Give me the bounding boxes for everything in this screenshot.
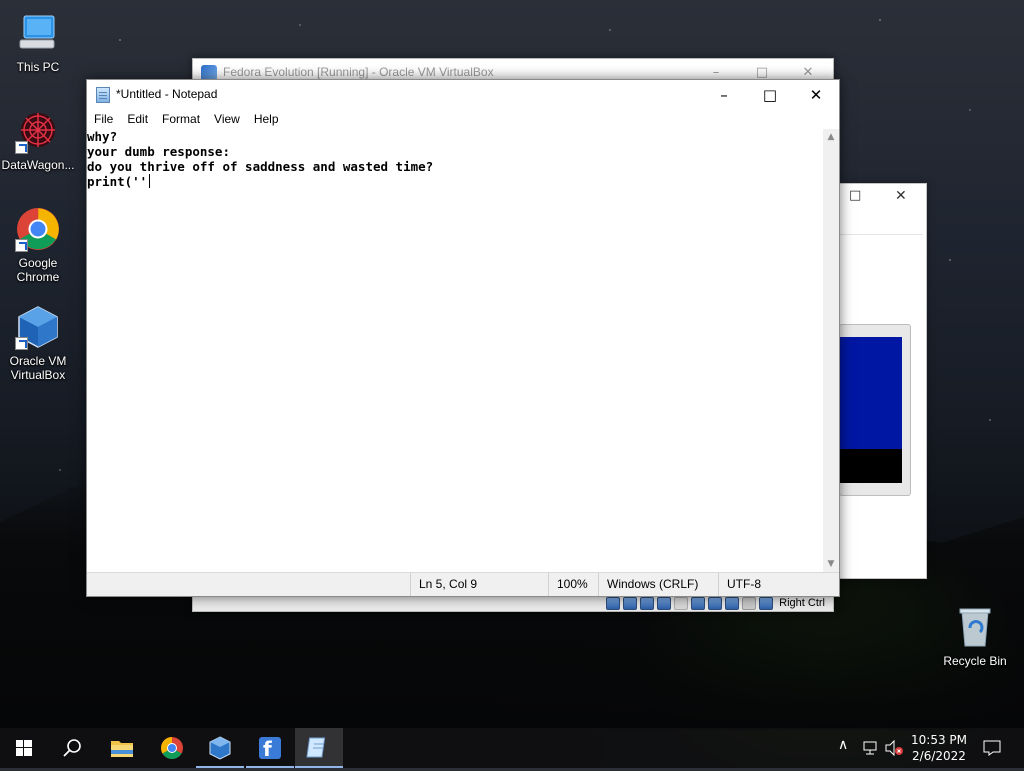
maximize-button[interactable]: □ <box>849 188 861 203</box>
clock-time: 10:53 PM <box>911 733 967 747</box>
vm-preview-screen <box>840 337 902 449</box>
shortcut-arrow-icon <box>15 141 28 154</box>
recycle-bin-icon <box>952 604 998 650</box>
notepad-window[interactable]: *Untitled - Notepad – □ ✕ File Edit Form… <box>86 79 840 597</box>
taskbar: f ∧ 10:53 PM 2/6/2022 <box>0 728 1024 768</box>
audio-icon[interactable] <box>640 596 655 610</box>
shortcut-arrow-icon <box>15 239 28 252</box>
maximize-button[interactable]: □ <box>747 80 793 110</box>
scroll-down-arrow-icon[interactable]: ▼ <box>823 556 839 572</box>
desktop-icon-label: Google Chrome <box>16 256 60 284</box>
volume-muted-icon[interactable] <box>884 739 904 757</box>
notepad-title: *Untitled - Notepad <box>116 87 218 101</box>
cpu-icon[interactable] <box>742 596 757 610</box>
desktop-icon-this-pc[interactable]: This PC <box>0 10 76 74</box>
notepad-icon <box>306 737 326 758</box>
desktop-icon-label: DataWagon... <box>1 158 75 172</box>
text-line-current: print('' <box>87 174 823 189</box>
text-line: your dumb response: <box>87 144 230 159</box>
display-icon[interactable] <box>708 596 723 610</box>
start-button[interactable] <box>0 728 48 768</box>
close-button[interactable]: ✕ <box>793 80 839 110</box>
text-line: do you thrive off of saddness and wasted… <box>87 159 434 174</box>
text-caret <box>149 174 151 188</box>
shortcut-arrow-icon <box>15 337 28 350</box>
notification-center-icon[interactable] <box>982 739 1002 757</box>
text-line: why? <box>87 129 118 144</box>
zoom-level: 100% <box>548 573 598 596</box>
virtualbox-icon <box>209 736 231 760</box>
hard-disk-icon[interactable] <box>606 596 621 610</box>
search-icon <box>63 739 81 757</box>
vm-preview-console <box>840 449 902 483</box>
desktop-icon-label: Oracle VM VirtualBox <box>9 354 67 382</box>
network-icon[interactable] <box>862 739 880 757</box>
menu-help[interactable]: Help <box>247 110 286 129</box>
chevron-up-icon[interactable]: ∧ <box>838 737 848 753</box>
background-window[interactable]: □ ✕ <box>838 183 927 579</box>
chrome-icon <box>15 206 61 252</box>
network-icon[interactable] <box>657 596 672 610</box>
notepad-titlebar[interactable]: *Untitled - Notepad – □ ✕ <box>87 80 839 110</box>
clock-date: 2/6/2022 <box>912 749 966 763</box>
menu-view[interactable]: View <box>207 110 247 129</box>
taskbar-fedora[interactable]: f <box>246 728 294 768</box>
clock[interactable]: 10:53 PM 2/6/2022 <box>911 732 967 764</box>
shared-folders-icon[interactable] <box>691 596 706 610</box>
taskbar-file-explorer[interactable] <box>98 728 146 768</box>
close-button[interactable]: ✕ <box>895 188 907 204</box>
menu-edit[interactable]: Edit <box>120 110 155 129</box>
vm-preview <box>839 324 911 496</box>
menu-file[interactable]: File <box>87 110 120 129</box>
taskbar-chrome[interactable] <box>148 728 196 768</box>
virtualbox-icon <box>15 304 61 350</box>
this-pc-icon <box>15 10 61 56</box>
vertical-scrollbar[interactable]: ▲ ▼ <box>823 129 839 572</box>
cursor-position: Ln 5, Col 9 <box>410 573 548 596</box>
taskbar-virtualbox[interactable] <box>196 728 244 768</box>
taskbar-notepad[interactable] <box>295 728 343 768</box>
menu-format[interactable]: Format <box>155 110 207 129</box>
host-key-label: Right Ctrl <box>779 597 825 609</box>
menu-bar: File Edit Format View Help <box>87 110 839 129</box>
notepad-icon <box>96 87 110 103</box>
virtualbox-window-title: Fedora Evolution [Running] - Oracle VM V… <box>223 65 494 79</box>
text-line: print('' <box>87 174 148 189</box>
folder-icon <box>111 741 133 757</box>
usb-icon[interactable] <box>674 596 689 610</box>
desktop-icon-datawagon[interactable]: DataWagon... <box>0 108 76 172</box>
windows-logo-icon <box>16 740 32 756</box>
desktop-icon-chrome[interactable]: Google Chrome <box>0 206 76 284</box>
divider <box>839 234 923 235</box>
minimize-button[interactable]: – <box>701 80 747 110</box>
line-endings: Windows (CRLF) <box>598 573 718 596</box>
mouse-integration-icon[interactable] <box>759 596 774 610</box>
optical-drive-icon[interactable] <box>623 596 638 610</box>
svg-text:f: f <box>263 737 272 761</box>
datawagon-icon <box>15 108 61 154</box>
desktop-icon-label: Recycle Bin <box>943 654 1007 668</box>
status-bar: Ln 5, Col 9 100% Windows (CRLF) UTF-8 <box>87 572 839 596</box>
encoding: UTF-8 <box>718 573 838 596</box>
desktop-icon-label: This PC <box>16 60 60 74</box>
search-button[interactable] <box>48 728 96 768</box>
text-editor[interactable]: why? your dumb response: do you thrive o… <box>87 129 823 572</box>
scroll-up-arrow-icon[interactable]: ▲ <box>823 129 839 145</box>
desktop-icon-virtualbox[interactable]: Oracle VM VirtualBox <box>0 304 76 382</box>
desktop-icon-recycle-bin[interactable]: Recycle Bin <box>937 604 1013 668</box>
video-capture-icon[interactable] <box>725 596 740 610</box>
fedora-icon: f <box>259 737 281 761</box>
chrome-icon <box>161 737 183 759</box>
